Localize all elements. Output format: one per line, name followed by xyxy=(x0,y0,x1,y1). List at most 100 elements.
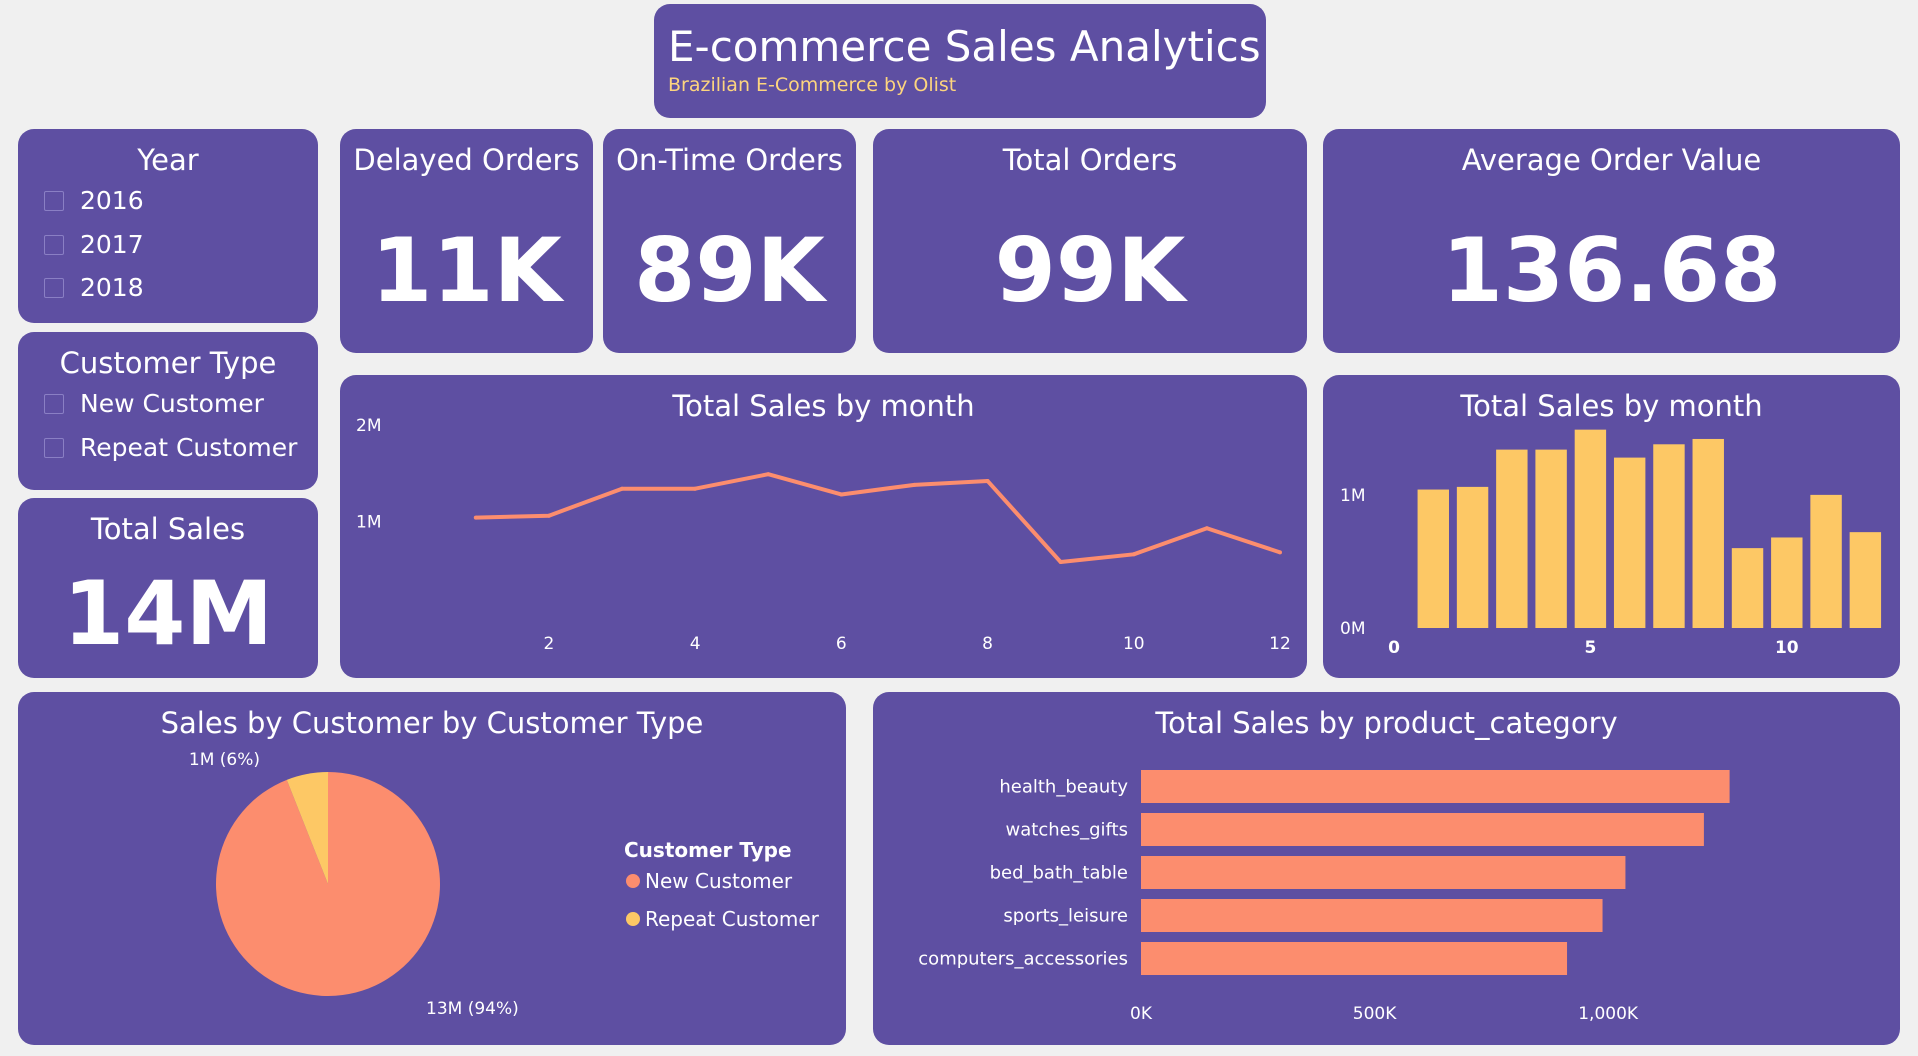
pie-chart[interactable]: 13M (94%) 1M (6%) Customer Type New Custome… xyxy=(18,692,846,1045)
line-point xyxy=(1278,550,1282,555)
line-chart[interactable]: 1M 2M 2 4 6 8 10 12 xyxy=(340,375,1307,678)
line-point xyxy=(693,486,698,491)
on-time-orders-card: On-Time Orders 89K xyxy=(603,129,856,353)
kpi-title: On-Time Orders xyxy=(616,143,843,177)
x-tick-label: 2 xyxy=(543,634,554,654)
legend-title: Customer Type xyxy=(624,838,792,862)
column-chart[interactable]: 0M 1M 0 5 10 xyxy=(1323,375,1900,678)
month-bar xyxy=(1456,486,1489,628)
month-bar xyxy=(1731,548,1764,628)
month-bar xyxy=(1613,457,1646,628)
average-order-value-card: Average Order Value 136.68 xyxy=(1323,129,1900,353)
customer-type-option-repeat[interactable]: Repeat Customer xyxy=(44,433,297,462)
year-slicer-title: Year xyxy=(137,143,199,177)
line-point xyxy=(546,513,551,518)
month-bar xyxy=(1574,429,1607,628)
category-label: bed_bath_table xyxy=(990,863,1128,884)
month-bar xyxy=(1849,532,1882,628)
category-bar xyxy=(1141,942,1568,975)
category-bar xyxy=(1141,770,1730,803)
category-bar-chart[interactable]: health_beauty watches_gifts bed_bath_table… xyxy=(873,692,1900,1045)
customer-type-option-label: New Customer xyxy=(80,389,264,418)
month-bar xyxy=(1692,438,1724,628)
checkbox[interactable] xyxy=(44,190,64,211)
month-bar xyxy=(1535,449,1567,628)
legend-marker xyxy=(626,874,640,888)
x-tick-label: 10 xyxy=(1123,634,1145,654)
line-point xyxy=(1058,560,1063,565)
category-label: computers_accessories xyxy=(918,949,1128,970)
kpi-title: Total Sales xyxy=(90,512,246,546)
pie-chart-card: Sales by Customer by Customer Type 13M (… xyxy=(18,692,846,1045)
pie-data-label: 13M (94%) xyxy=(426,999,519,1019)
sales-line xyxy=(475,472,1281,565)
line-point xyxy=(839,492,844,497)
year-option-2016[interactable]: 2016 xyxy=(44,186,144,215)
x-tick-label: 10 xyxy=(1775,638,1799,658)
y-tick-label: 0M xyxy=(1340,619,1365,639)
month-bar xyxy=(1417,489,1449,628)
customer-type-option-label: Repeat Customer xyxy=(80,433,298,462)
x-tick-label: 4 xyxy=(690,634,701,654)
column-chart-card: Total Sales by month 0M 1M 0 5 10 xyxy=(1323,375,1900,678)
month-bar xyxy=(1496,449,1528,628)
checkbox[interactable] xyxy=(44,393,64,414)
category-bar xyxy=(1141,813,1704,846)
year-option-2018[interactable]: 2018 xyxy=(44,273,144,302)
x-tick-label: 12 xyxy=(1269,634,1291,654)
kpi-value: 11K xyxy=(371,219,562,322)
y-tick-label: 2M xyxy=(356,416,381,436)
year-option-2017[interactable]: 2017 xyxy=(44,230,144,259)
customer-type-option-new[interactable]: New Customer xyxy=(44,389,264,418)
kpi-value: 89K xyxy=(634,219,825,322)
legend-label: Repeat Customer xyxy=(645,907,820,931)
category-bar-chart-card: Total Sales by product_category health_b… xyxy=(873,692,1900,1045)
month-bar xyxy=(1771,537,1803,628)
category-bar xyxy=(1141,899,1603,932)
header-card: E-commerce Sales Analytics Brazilian E-C… xyxy=(654,4,1266,118)
x-tick-label: 1,000K xyxy=(1578,1004,1639,1024)
kpi-value: 14M xyxy=(62,562,274,665)
kpi-value: 99K xyxy=(994,219,1186,322)
x-tick-label: 500K xyxy=(1353,1004,1397,1024)
line-point xyxy=(1204,526,1209,531)
month-bar xyxy=(1653,444,1685,628)
x-tick-label: 0 xyxy=(1388,638,1400,658)
category-label: watches_gifts xyxy=(1006,820,1128,841)
page-subtitle: Brazilian E-Commerce by Olist xyxy=(668,74,957,96)
x-tick-label: 6 xyxy=(836,634,847,654)
category-bar xyxy=(1141,856,1626,889)
year-option-label: 2018 xyxy=(80,273,144,302)
y-tick-label: 1M xyxy=(356,513,381,533)
month-bar xyxy=(1810,494,1842,628)
kpi-title: Average Order Value xyxy=(1461,143,1762,177)
legend-label: New Customer xyxy=(645,869,793,893)
page-title: E-commerce Sales Analytics xyxy=(668,22,1261,71)
x-tick-label: 0K xyxy=(1130,1004,1153,1024)
customer-type-slicer-title: Customer Type xyxy=(59,346,277,380)
line-point xyxy=(620,486,625,491)
total-orders-card: Total Orders 99K xyxy=(873,129,1307,353)
year-option-label: 2017 xyxy=(80,230,144,259)
kpi-title: Total Orders xyxy=(1002,143,1178,177)
x-tick-label: 5 xyxy=(1584,638,1596,658)
line-point xyxy=(912,482,917,487)
y-tick-label: 1M xyxy=(1340,486,1365,506)
checkbox[interactable] xyxy=(44,234,64,255)
line-point xyxy=(1131,552,1136,557)
checkbox[interactable] xyxy=(44,437,64,458)
line-chart-card: Total Sales by month 1M 2M 2 4 6 8 10 12 xyxy=(340,375,1307,678)
line-point xyxy=(473,515,478,520)
pie-data-label: 1M (6%) xyxy=(189,750,260,770)
category-label: health_beauty xyxy=(999,777,1128,798)
customer-type-slicer: Customer Type New Customer Repeat Custom… xyxy=(18,332,318,490)
total-sales-card: Total Sales 14M xyxy=(18,498,318,678)
year-option-label: 2016 xyxy=(80,186,144,215)
x-tick-label: 8 xyxy=(982,634,993,654)
delayed-orders-card: Delayed Orders 11K xyxy=(340,129,593,353)
legend-marker xyxy=(626,912,640,926)
checkbox[interactable] xyxy=(44,277,64,298)
line-point xyxy=(766,472,771,477)
category-label: sports_leisure xyxy=(1003,906,1128,927)
kpi-title: Delayed Orders xyxy=(353,143,580,177)
